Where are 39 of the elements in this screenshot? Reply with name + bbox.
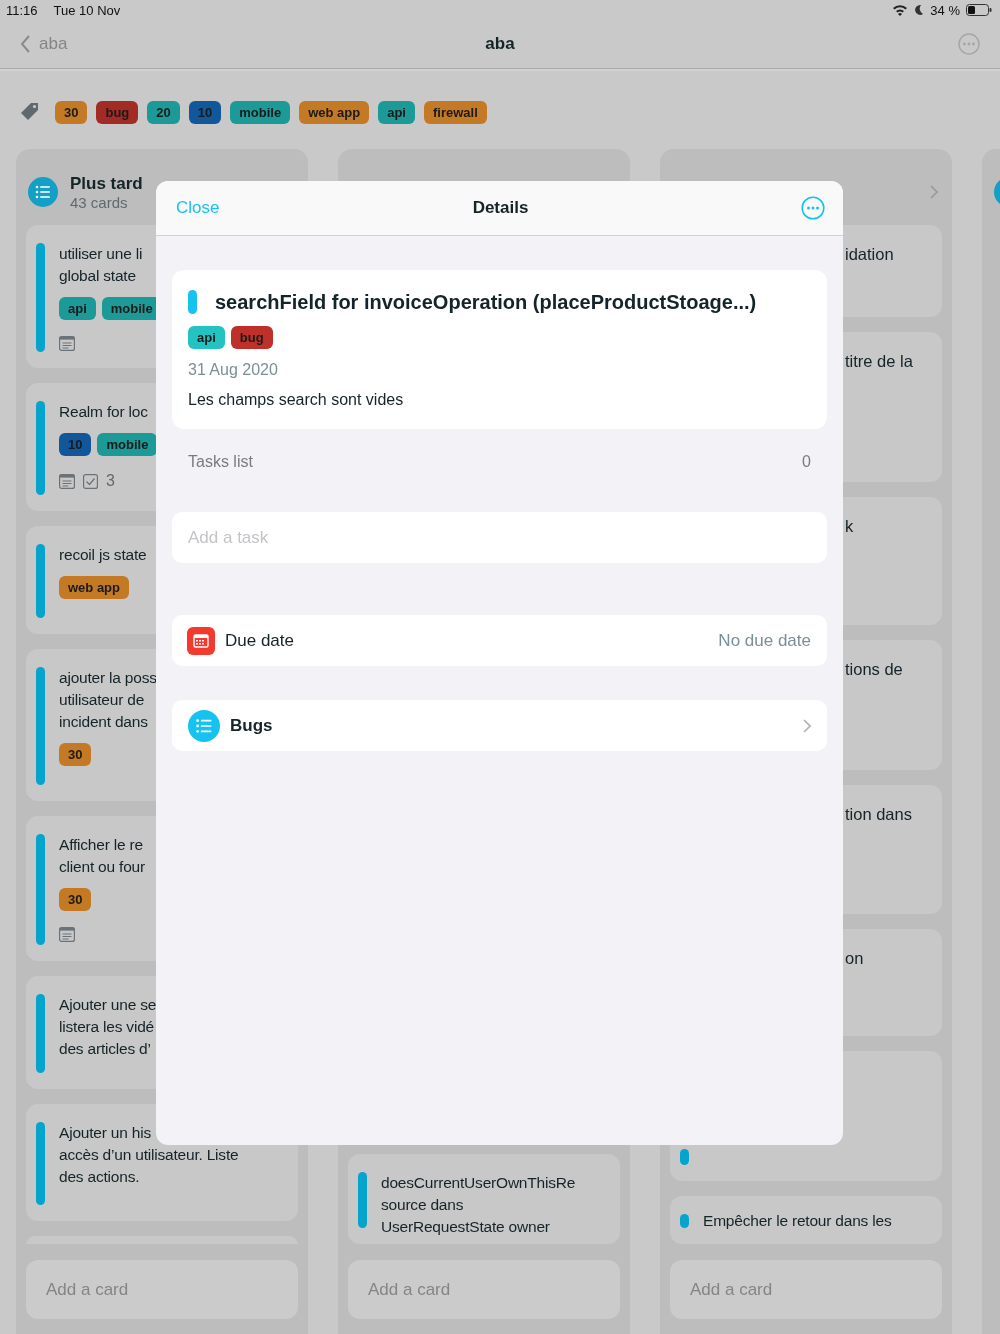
card-title: doesCurrentUserOwnThisRe source dans UserRequestState owner (381, 1173, 576, 1237)
tag-chip: 30 (59, 888, 92, 911)
column-title: Plus tard (70, 173, 143, 194)
checklist-count: 3 (106, 472, 115, 490)
tag-chip: api (188, 326, 225, 349)
due-date-value: No due date (718, 630, 811, 651)
board-title: aba (485, 34, 515, 54)
tag-chip: 30 (59, 743, 92, 766)
tag-chip: api (59, 297, 96, 320)
battery-level: 34 % (930, 2, 960, 18)
card-title: Ajouter une se listera les vidé des articles d’ (59, 995, 157, 1059)
task-description: Les champs search sont vides (188, 391, 405, 409)
card-title: k (845, 516, 854, 537)
card-title: ajouter la poss utilisateur de incident dans (59, 668, 157, 732)
card-title: idation (845, 244, 894, 265)
tag-chip: bug (230, 326, 273, 349)
due-date-label: Due date (225, 630, 294, 651)
tag-chip: 10 (59, 433, 92, 456)
card-title: Empêcher le retour dans les (703, 1211, 892, 1231)
sheet-title: Details (472, 198, 529, 218)
task-title: searchField for invoiceOperation (placeProductStoage...) (215, 290, 757, 314)
tag-chip: web app (59, 576, 129, 599)
status-time: 11:16 (6, 2, 38, 18)
task-date: 31 Aug 2020 (188, 361, 279, 379)
card-title: titre de la (845, 351, 913, 372)
card-title: utiliser une li global state (59, 244, 144, 286)
card-title: recoil js state (59, 545, 147, 565)
card-title: Ajouter un his accès d’un utilisateur. Liste des actions. (59, 1123, 239, 1187)
card-title: on (845, 948, 864, 969)
tag-chip: mobile (97, 433, 158, 456)
card-title: tions de (845, 659, 903, 680)
card-title: Realm for loc (59, 402, 149, 422)
card-title: Afficher le re client ou four (59, 835, 145, 877)
list-name: Bugs (230, 715, 273, 736)
card-count: 43 cards (70, 193, 129, 211)
card-title: tion dans (845, 804, 912, 825)
tasks-list-label: Tasks list (188, 453, 253, 471)
status-date: Tue 10 Nov (53, 2, 121, 18)
tasks-count: 0 (802, 453, 811, 471)
